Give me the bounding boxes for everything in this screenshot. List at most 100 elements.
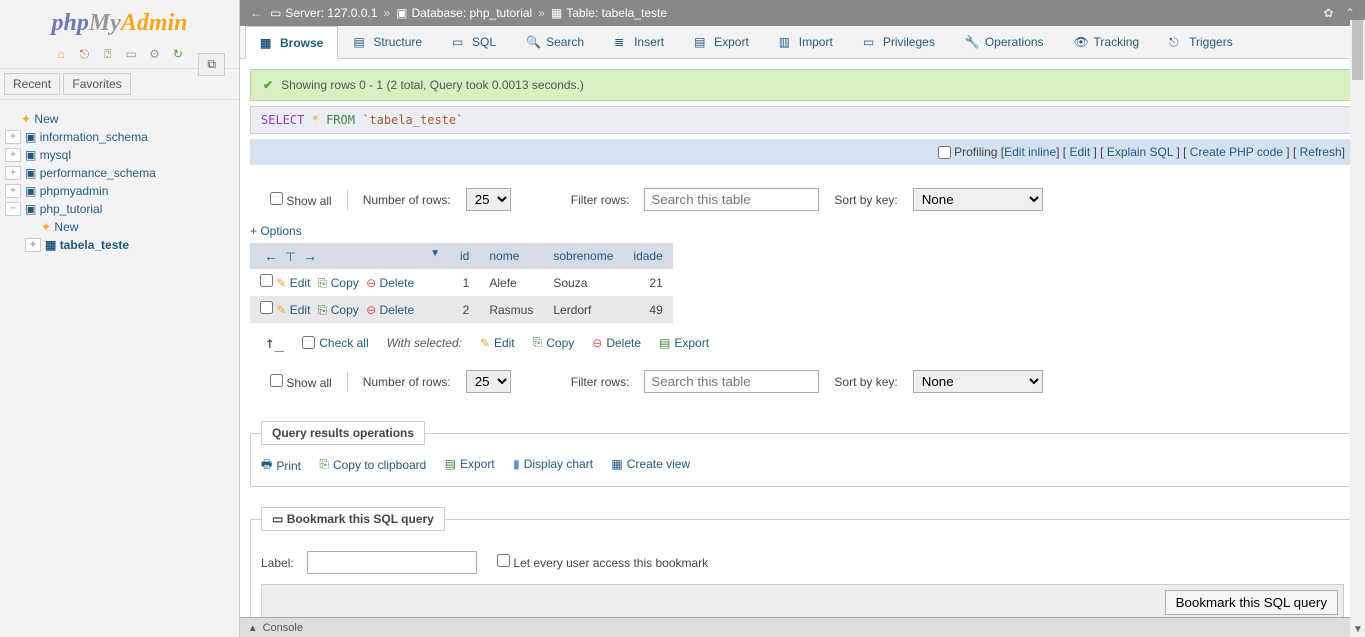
num-rows-select-bottom[interactable]: 25 (466, 370, 511, 393)
scrollbar[interactable]: ▼ (1350, 20, 1365, 637)
tab-tracking[interactable]: 👁Tracking (1059, 26, 1155, 58)
collapse-sidebar-icon[interactable]: ← (250, 6, 262, 20)
favorites-tab[interactable]: Favorites (63, 73, 130, 95)
console-bar[interactable]: ▴ Console (240, 617, 1365, 637)
table-row: ✎ Edit ⎘ Copy ⊖ Delete 1 Alefe Souza 21 (250, 269, 673, 296)
chart-icon: ▮ (513, 457, 520, 471)
collapse-top-icon[interactable]: ⌃ (1345, 6, 1355, 20)
filter-row-top: Show all Number of rows: 25 Filter rows:… (250, 180, 1355, 219)
table-link[interactable]: tabela_teste (602, 6, 667, 20)
bulk-delete-link[interactable]: ⊖ Delete (592, 336, 641, 350)
help-icon[interactable]: ⍰ (100, 47, 116, 63)
link-icon[interactable]: ⧉ (198, 53, 225, 76)
expand-icon[interactable]: + (5, 166, 21, 180)
tree-new[interactable]: ✦ New (5, 110, 234, 128)
row-edit-link[interactable]: ✎ Edit (276, 276, 310, 290)
tab-browse[interactable]: ▦Browse (245, 26, 338, 59)
server-link[interactable]: 127.0.0.1 (327, 6, 377, 20)
filter-rows-input[interactable] (644, 188, 819, 211)
tree-db-information-schema[interactable]: +▣ information_schema (5, 128, 234, 146)
tree-db-performance-schema[interactable]: +▣ performance_schema (5, 164, 234, 182)
bulk-copy-link[interactable]: ⎘ Copy (533, 335, 575, 350)
col-nome[interactable]: nome (479, 243, 543, 269)
tree-new-table[interactable]: ✦ New (5, 218, 234, 236)
tab-insert[interactable]: ≣Insert (599, 26, 679, 58)
home-icon[interactable]: ⌂ (53, 47, 69, 63)
tree-db-php-tutorial[interactable]: −▣ php_tutorial (5, 200, 234, 218)
num-rows-select[interactable]: 25 (466, 188, 511, 211)
edit-inline-link[interactable]: Edit inline (1004, 145, 1056, 159)
options-toggle[interactable]: + Options (250, 219, 1355, 243)
tab-operations[interactable]: 🔧Operations (950, 26, 1059, 58)
logo[interactable]: phpMyAdmin (0, 0, 239, 42)
row-delete-link[interactable]: ⊖ Delete (366, 276, 414, 290)
sort-by-select-bottom[interactable]: None (913, 370, 1043, 393)
sort-column-icon[interactable]: ⊤ (285, 250, 295, 264)
show-all-checkbox-bottom[interactable] (270, 374, 283, 387)
chevron-down-icon[interactable]: ▼ (430, 248, 440, 259)
tab-search[interactable]: 🔍Search (511, 26, 599, 58)
tab-structure[interactable]: ▤Structure (338, 26, 437, 58)
export-link[interactable]: ▤ Export (445, 457, 495, 471)
row-delete-link[interactable]: ⊖ Delete (366, 303, 414, 317)
profiling-checkbox[interactable] (938, 146, 951, 159)
tree-table-tabela-teste[interactable]: +▦ tabela_teste (5, 236, 234, 254)
copy-clipboard-link[interactable]: ⎘ Copy to clipboard (319, 457, 426, 472)
expand-icon[interactable]: + (25, 238, 41, 252)
pencil-icon: ✎ (276, 276, 286, 290)
check-all-link[interactable]: Check all (319, 336, 368, 350)
scrollbar-thumb[interactable] (1352, 20, 1363, 80)
bookmark-label-input[interactable] (307, 551, 477, 574)
row-checkbox[interactable] (260, 274, 273, 287)
bookmark-submit-button[interactable]: Bookmark this SQL query (1165, 590, 1338, 615)
reload-icon[interactable]: ↻ (170, 47, 186, 63)
create-php-link[interactable]: Create PHP code (1190, 145, 1283, 159)
bookmark-public-checkbox[interactable] (497, 554, 510, 567)
row-checkbox[interactable] (260, 301, 273, 314)
col-sobrenome[interactable]: sobrenome (543, 243, 623, 269)
col-id[interactable]: id (450, 243, 479, 269)
bulk-edit-link[interactable]: ✎ Edit (480, 336, 515, 350)
arrow-right-icon[interactable]: → (299, 248, 321, 264)
refresh-link[interactable]: Refresh (1300, 145, 1342, 159)
row-copy-link[interactable]: ⎘ Copy (318, 276, 359, 290)
display-chart-link[interactable]: ▮ Display chart (513, 457, 593, 471)
exit-icon[interactable]: ⎋ (76, 47, 92, 63)
expand-icon[interactable]: + (5, 130, 21, 144)
db-icon: ▣ (25, 130, 36, 144)
expand-icon[interactable]: + (5, 184, 21, 198)
tree-label: New (34, 112, 58, 126)
arrow-left-icon[interactable]: ← (260, 248, 282, 264)
bulk-export-link[interactable]: ▤ Export (659, 336, 709, 350)
breadcrumb-separator: » (538, 6, 545, 20)
tree-db-phpmyadmin[interactable]: +▣ phpmyadmin (5, 182, 234, 200)
tab-label: Privileges (883, 35, 935, 49)
tree-label: performance_schema (40, 166, 156, 180)
row-edit-link[interactable]: ✎ Edit (276, 303, 310, 317)
print-link[interactable]: 🖶 Print (261, 455, 301, 476)
tab-sql[interactable]: ▭SQL (437, 26, 511, 58)
settings-icon[interactable]: ⚙ (147, 47, 163, 63)
create-view-link[interactable]: ▦ Create view (611, 457, 690, 471)
expand-icon[interactable]: + (5, 148, 21, 162)
tab-import[interactable]: ▥Import (764, 26, 848, 58)
gear-icon[interactable]: ✿ (1324, 6, 1334, 20)
database-link[interactable]: php_tutorial (470, 6, 533, 20)
tab-triggers[interactable]: ⎋Triggers (1154, 26, 1248, 58)
edit-link[interactable]: Edit (1069, 145, 1090, 159)
show-all-checkbox[interactable] (270, 192, 283, 205)
collapse-icon[interactable]: − (5, 202, 21, 216)
docs-icon[interactable]: ▭ (123, 47, 139, 63)
check-all-checkbox[interactable] (302, 336, 315, 349)
explain-sql-link[interactable]: Explain SQL (1107, 145, 1173, 159)
tab-export[interactable]: ▤Export (679, 26, 764, 58)
recent-tab[interactable]: Recent (4, 73, 60, 95)
col-idade[interactable]: idade (623, 243, 672, 269)
scroll-down-icon[interactable]: ▼ (1353, 624, 1363, 635)
tab-privileges[interactable]: ▭Privileges (848, 26, 950, 58)
tree-db-mysql[interactable]: +▣ mysql (5, 146, 234, 164)
tree-label: tabela_teste (60, 238, 129, 252)
sort-by-select[interactable]: None (913, 188, 1043, 211)
filter-rows-input-bottom[interactable] (644, 370, 819, 393)
row-copy-link[interactable]: ⎘ Copy (318, 303, 359, 317)
